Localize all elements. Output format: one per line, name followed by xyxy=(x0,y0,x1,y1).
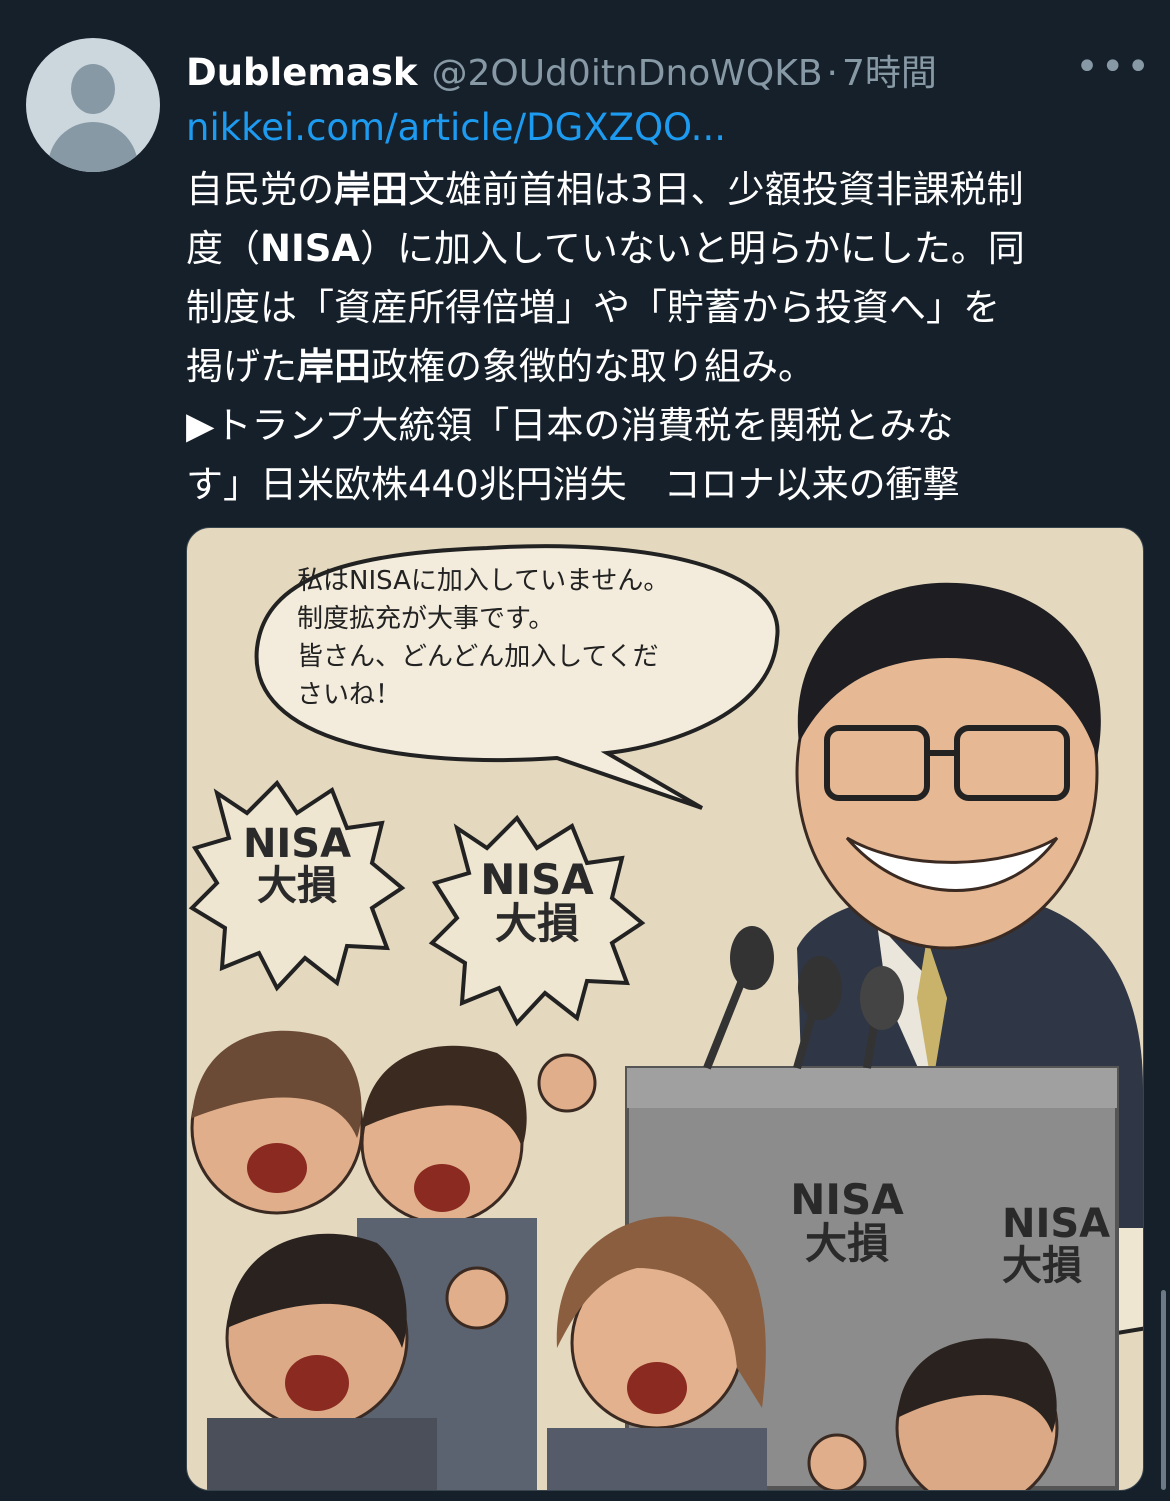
author-avatar[interactable] xyxy=(26,38,160,172)
tweet-line: ▶トランプ大統領「日本の消費税を関税とみな xyxy=(186,404,954,447)
scrollbar[interactable] xyxy=(1161,1290,1166,1490)
tweet-text: 自民党の岸田文雄前首相は3日、少額投資非課税制 度（NISA）に加入していないと… xyxy=(186,160,1146,514)
more-dots-icon[interactable]: ••• xyxy=(1075,44,1152,90)
avatar-head xyxy=(71,64,115,114)
tweet-line: す」日米欧株440兆円消失 コロナ以来の衝撃 xyxy=(186,463,960,506)
shout-text: NISA 大損 xyxy=(480,855,594,949)
meta-separator: · xyxy=(826,53,838,94)
avatar-body xyxy=(48,122,138,172)
author-name[interactable]: Dublemask xyxy=(186,51,417,94)
tweet-line: 自民党の岸田文雄前首相は3日、少額投資非課税制 xyxy=(186,168,1024,211)
author-handle[interactable]: @2OUd0itnDnoWQKB xyxy=(431,53,822,94)
shout-text: NISA 大損 xyxy=(790,1175,904,1269)
tweet-line: 掲げた岸田政権の象徴的な取り組み。 xyxy=(186,345,815,388)
raised-fist xyxy=(537,1053,597,1113)
speech-bubble-text: 私はNISAに加入していません。 制度拡充が大事です。 皆さん、どんどん加入して… xyxy=(297,566,670,710)
tweet-line: 度（NISA）に加入していないと明らかにした。同 xyxy=(186,227,1025,270)
shout-text: NISA 大損 xyxy=(1002,1201,1111,1289)
shout-text: NISA 大損 xyxy=(242,821,352,909)
tweet-image[interactable]: 私はNISAに加入していません。 制度拡充が大事です。 皆さん、どんどん加入して… xyxy=(186,527,1144,1491)
tweet-line: 制度は「資産所得倍増」や「貯蓄から投資へ」を xyxy=(186,286,1000,329)
tweet-timestamp[interactable]: 7時間 xyxy=(842,44,937,96)
article-link[interactable]: nikkei.com/article/DGXZQO... xyxy=(186,106,726,149)
tweet-header: Dublemask @2OUd0itnDnoWQKB · 7時間 xyxy=(186,44,937,94)
